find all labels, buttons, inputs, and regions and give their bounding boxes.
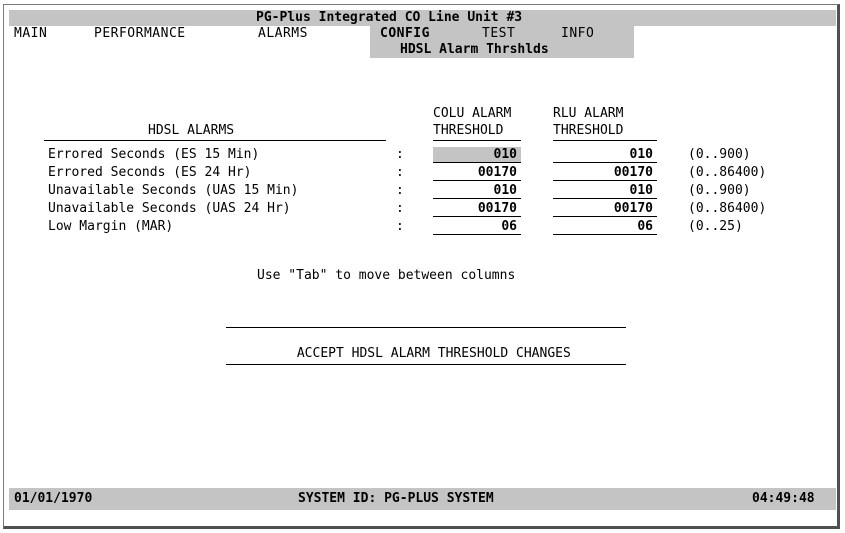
row-range: (0..86400) bbox=[688, 165, 767, 180]
status-time: 04:49:48 bbox=[752, 491, 815, 506]
colu-threshold-input[interactable]: 010 bbox=[433, 183, 521, 199]
row-range: (0..25) bbox=[688, 219, 743, 234]
row-separator: : bbox=[396, 165, 404, 180]
colu-threshold-input[interactable]: 00170 bbox=[433, 165, 521, 181]
rlu-threshold-input[interactable]: 00170 bbox=[553, 165, 657, 181]
row-range: (0..900) bbox=[688, 183, 751, 198]
menu-alarms-label: ALARMS bbox=[258, 26, 308, 41]
rlu-header-underline bbox=[553, 140, 657, 141]
rlu-header-line1: RLU ALARM bbox=[553, 106, 624, 121]
rlu-threshold-input[interactable]: 00170 bbox=[553, 201, 657, 217]
colu-header-line1: COLU ALARM bbox=[433, 106, 512, 121]
row-separator: : bbox=[396, 183, 404, 198]
menu-alarms[interactable]: ALARMS bbox=[258, 26, 308, 42]
row-label: Unavailable Seconds (UAS 15 Min) bbox=[48, 183, 299, 198]
colu-threshold-input[interactable]: 00170 bbox=[433, 201, 521, 217]
row-separator: : bbox=[396, 147, 404, 162]
status-date: 01/01/1970 bbox=[14, 491, 93, 506]
menu-config[interactable]: CONFIG bbox=[380, 26, 430, 42]
row-label: Low Margin (MAR) bbox=[48, 219, 174, 234]
accept-changes-button[interactable]: ACCEPT HDSL ALARM THRESHOLD CHANGES bbox=[226, 330, 626, 365]
menu-main[interactable]: MAIN bbox=[14, 26, 47, 42]
rlu-threshold-input[interactable]: 010 bbox=[553, 183, 657, 199]
row-separator: : bbox=[396, 201, 404, 216]
row-label: Unavailable Seconds (UAS 24 Hr) bbox=[48, 201, 291, 216]
menu-main-label: MAIN bbox=[14, 26, 48, 41]
accept-changes-label: ACCEPT HDSL ALARM THRESHOLD CHANGES bbox=[296, 346, 571, 361]
row-label: Errored Seconds (ES 24 Hr) bbox=[48, 165, 252, 180]
menu-info-label: INFO bbox=[561, 26, 595, 41]
rlu-header-line2: THRESHOLD bbox=[553, 123, 624, 138]
row-separator: : bbox=[396, 219, 404, 234]
accept-button-topline bbox=[226, 327, 626, 328]
menu-performance-label: PERFORMANCE bbox=[94, 26, 186, 41]
menu-test[interactable]: TEST bbox=[482, 26, 515, 42]
row-range: (0..86400) bbox=[688, 201, 767, 216]
menu-performance[interactable]: PERFORMANCE bbox=[94, 26, 186, 42]
alarms-header-underline bbox=[44, 140, 386, 141]
menu-info[interactable]: INFO bbox=[561, 26, 594, 42]
menu-test-label: TEST bbox=[482, 26, 516, 41]
screen-title: HDSL Alarm Thrshlds bbox=[400, 42, 549, 57]
colu-header-underline bbox=[433, 140, 521, 141]
tab-hint: Use "Tab" to move between columns bbox=[257, 268, 516, 283]
rlu-threshold-input[interactable]: 06 bbox=[553, 219, 657, 235]
colu-header-line2: THRESHOLD bbox=[433, 123, 504, 138]
app-title: PG-Plus Integrated CO Line Unit #3 bbox=[256, 10, 523, 25]
status-system-id: SYSTEM ID: PG-PLUS SYSTEM bbox=[298, 491, 494, 506]
row-range: (0..900) bbox=[688, 147, 751, 162]
rlu-threshold-input[interactable]: 010 bbox=[553, 147, 657, 163]
terminal-frame bbox=[3, 4, 840, 529]
colu-threshold-input[interactable]: 06 bbox=[433, 219, 521, 235]
menu-config-label: CONFIG bbox=[380, 26, 430, 41]
alarms-header: HDSL ALARMS bbox=[148, 123, 235, 138]
colu-threshold-input[interactable]: 010 bbox=[433, 147, 521, 163]
row-label: Errored Seconds (ES 15 Min) bbox=[48, 147, 260, 162]
